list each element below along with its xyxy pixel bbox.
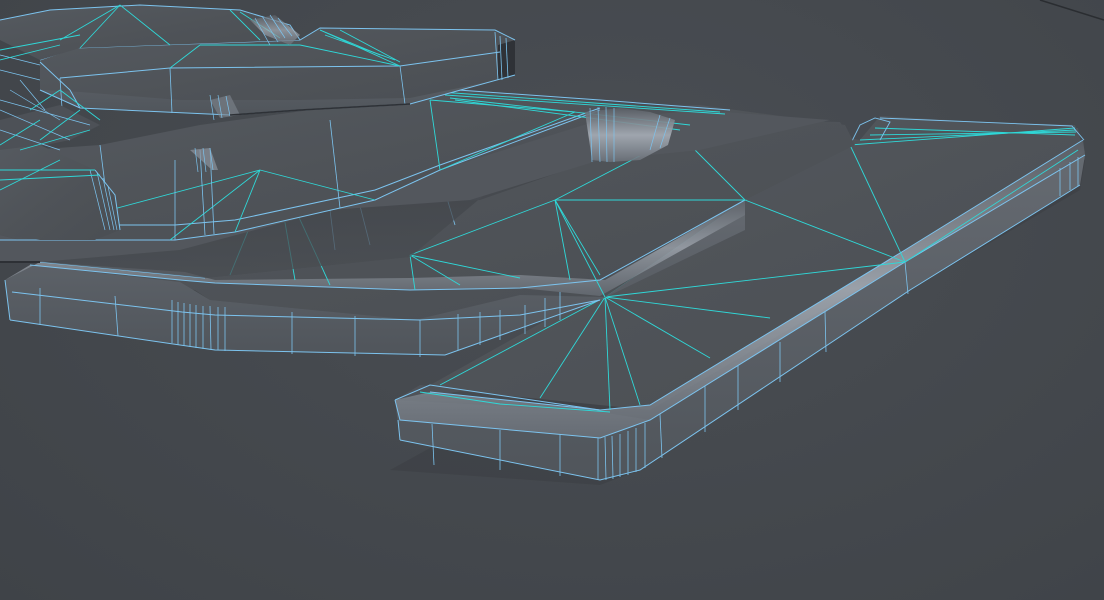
3d-viewport[interactable]	[0, 0, 1104, 600]
mesh-scene[interactable]	[0, 0, 1104, 600]
horizon-line	[1039, 0, 1104, 21]
